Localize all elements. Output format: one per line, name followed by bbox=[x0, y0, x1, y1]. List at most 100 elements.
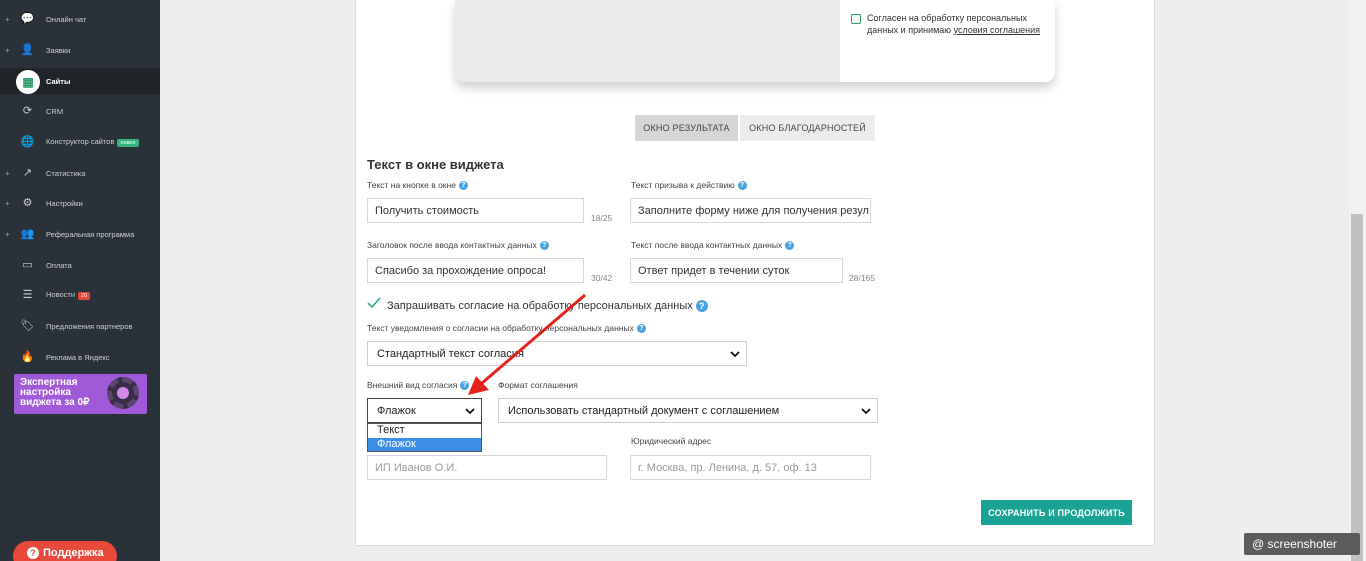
sidebar-item-label: Оплата bbox=[46, 261, 72, 270]
sidebar-item-label: Заявки bbox=[46, 46, 70, 55]
help-icon[interactable]: ? bbox=[636, 324, 646, 334]
sidebar-item-label: Онлайн чат bbox=[46, 15, 86, 24]
sidebar-item-chat[interactable]: + 💬 Онлайн чат bbox=[0, 6, 160, 32]
sidebar-item-label-text: Конструктор сайтов bbox=[46, 137, 115, 147]
appearance-select-value: Флажок bbox=[377, 404, 416, 417]
count-badge: 20 bbox=[78, 291, 91, 300]
ask-consent-label: Запрашивать согласие на обработку персон… bbox=[387, 300, 708, 313]
card-icon: ▭ bbox=[22, 259, 33, 271]
format-select[interactable]: Использовать стандартный документ с согл… bbox=[498, 398, 878, 423]
sidebar-item-label-text: Заявки bbox=[46, 45, 71, 55]
after-text-label-text: Текст после ввода контактных данных bbox=[631, 240, 783, 250]
notice-label: Текст уведомления о согласии на обработк… bbox=[367, 323, 646, 334]
support-label: Поддержка bbox=[43, 547, 104, 559]
button-text-input[interactable]: Получить стоимость bbox=[367, 198, 584, 223]
after-title-label-text: Заголовок после ввода контактных данных bbox=[367, 240, 537, 250]
expand-plus-icon[interactable]: + bbox=[5, 230, 10, 239]
scrollbar[interactable] bbox=[1349, 0, 1366, 561]
promo-gear-icon bbox=[107, 377, 139, 409]
sidebar-item-label-text: Онлайн чат bbox=[46, 14, 87, 24]
sidebar-item-label-text: Реклама в Яндекс bbox=[46, 352, 110, 362]
expand-plus-icon[interactable]: + bbox=[5, 15, 10, 24]
sidebar-item-globe[interactable]: 🌐 Конструктор сайтов новое bbox=[0, 129, 160, 155]
company-input[interactable]: ИП Иванов О.И. bbox=[367, 455, 607, 480]
consent-checkbox[interactable] bbox=[851, 14, 861, 24]
save-continue-button[interactable]: СОХРАНИТЬ И ПРОДОЛЖИТЬ bbox=[981, 500, 1132, 525]
sidebar-item-trend[interactable]: + ↗ Статистика bbox=[0, 160, 160, 186]
checkmark-icon bbox=[367, 297, 381, 309]
sidebar-item-label-text: Реферальная программа bbox=[46, 229, 135, 239]
sidebar-item-label: Статистика bbox=[46, 169, 85, 178]
promo-banner[interactable]: Экспертная настройка виджета за 0₽ bbox=[14, 374, 147, 414]
after-text-input[interactable]: Ответ придет в течении суток bbox=[630, 258, 843, 283]
sidebar-item-people[interactable]: + 👥 Реферальная программа bbox=[0, 221, 160, 247]
promo-text: Экспертная настройка виджета за 0₽ bbox=[20, 377, 90, 408]
sidebar-item-label: Сайты bbox=[46, 77, 70, 86]
crm-icon: ⟳ bbox=[22, 105, 33, 117]
sidebar-item-label: Реклама в Яндекс bbox=[46, 353, 109, 362]
watermark: @ screenshoter bbox=[1244, 533, 1360, 555]
help-icon[interactable]: ? bbox=[785, 241, 795, 251]
legal-address-label: Юридический адрес bbox=[631, 436, 712, 446]
trend-icon: ↗ bbox=[22, 167, 33, 179]
sidebar-item-person[interactable]: + 👤 Заявки bbox=[0, 37, 160, 63]
tab-thanks-window[interactable]: ОКНО БЛАГОДАРНОСТЕЙ bbox=[740, 115, 875, 141]
sidebar-item-card[interactable]: ▭ Оплата bbox=[0, 252, 160, 278]
dropdown-option-text[interactable]: Текст bbox=[368, 424, 481, 438]
sidebar-item-apps[interactable]: ▦ Сайты bbox=[0, 68, 160, 94]
chevron-down-icon bbox=[465, 408, 475, 415]
sidebar-item-fire[interactable]: 🔥 Реклама в Яндекс bbox=[0, 344, 160, 370]
button-text-label-text: Текст на кнопке в окне bbox=[367, 180, 456, 190]
apps-icon: ▦ bbox=[16, 70, 40, 94]
globe-icon: 🌐 bbox=[20, 136, 35, 148]
tag-icon: 🏷 bbox=[20, 320, 35, 332]
notice-label-text: Текст уведомления о согласии на обработк… bbox=[367, 323, 634, 333]
section-title: Текст в окне виджета bbox=[367, 157, 504, 172]
sidebar-item-tag[interactable]: 🏷 Предложения партнеров bbox=[0, 313, 160, 339]
news-icon: ☰ bbox=[22, 289, 33, 301]
scrollbar-thumb[interactable] bbox=[1351, 214, 1363, 561]
expand-plus-icon[interactable]: + bbox=[5, 169, 10, 178]
sidebar-item-news[interactable]: ☰ Новости 20 bbox=[0, 282, 160, 308]
person-icon: 👤 bbox=[20, 44, 35, 56]
cta-input[interactable]: Заполните форму ниже для получения резул bbox=[630, 198, 871, 223]
help-icon[interactable]: ? bbox=[695, 300, 708, 313]
sidebar-item-label-text: CRM bbox=[46, 106, 64, 116]
after-title-counter: 30/42 bbox=[591, 273, 613, 283]
people-icon: 👥 bbox=[20, 228, 35, 240]
address-input[interactable]: г. Москва, пр. Ленина, д. 57, оф. 13 bbox=[630, 455, 871, 480]
sidebar-item-gear[interactable]: + ⚙ Настройки bbox=[0, 190, 160, 216]
dropdown-option-checkbox[interactable]: Флажок bbox=[368, 437, 481, 451]
sidebar-item-label: Реферальная программа bbox=[46, 230, 134, 239]
expand-plus-icon[interactable]: + bbox=[5, 46, 10, 55]
sidebar-item-label-text: Статистика bbox=[46, 168, 86, 178]
after-text-label: Текст после ввода контактных данных? bbox=[631, 240, 795, 251]
help-icon[interactable]: ? bbox=[460, 381, 470, 391]
sidebar-item-label: Новости 20 bbox=[46, 290, 91, 300]
notice-select-value: Стандартный текст согласия bbox=[377, 347, 524, 360]
consent-text: Согласен на обработку персональных данны… bbox=[867, 13, 1052, 36]
button-text-label: Текст на кнопке в окне? bbox=[367, 180, 468, 191]
fire-icon: 🔥 bbox=[20, 351, 35, 363]
appearance-label-text: Внешний вид согласия bbox=[367, 380, 458, 390]
help-icon[interactable]: ? bbox=[737, 181, 747, 191]
expand-plus-icon[interactable]: + bbox=[5, 199, 10, 208]
new-badge: новое bbox=[117, 138, 139, 147]
cta-label: Текст призыва к действию? bbox=[631, 180, 747, 191]
chevron-down-icon bbox=[861, 408, 871, 415]
consent-link[interactable]: условия соглашения bbox=[954, 25, 1040, 35]
appearance-dropdown-list: Текст Флажок bbox=[367, 423, 482, 452]
after-text-counter: 28/165 bbox=[849, 273, 875, 283]
after-title-input[interactable]: Спасибо за прохождение опроса! bbox=[367, 258, 584, 283]
tab-result-window[interactable]: ОКНО РЕЗУЛЬТАТА bbox=[635, 115, 738, 141]
notice-select[interactable]: Стандартный текст согласия bbox=[367, 341, 747, 366]
appearance-select[interactable]: Флажок bbox=[367, 398, 482, 423]
support-button[interactable]: ? Поддержка bbox=[13, 541, 117, 561]
chevron-down-icon bbox=[730, 351, 740, 358]
format-select-value: Использовать стандартный документ с согл… bbox=[508, 404, 780, 417]
help-icon[interactable]: ? bbox=[539, 241, 549, 251]
help-icon[interactable]: ? bbox=[458, 181, 468, 191]
sidebar-item-crm[interactable]: ⟳ CRM bbox=[0, 98, 160, 124]
sidebar-item-label-text: Сайты bbox=[46, 76, 71, 86]
sidebar-item-label-text: Предложения партнеров bbox=[46, 321, 133, 331]
